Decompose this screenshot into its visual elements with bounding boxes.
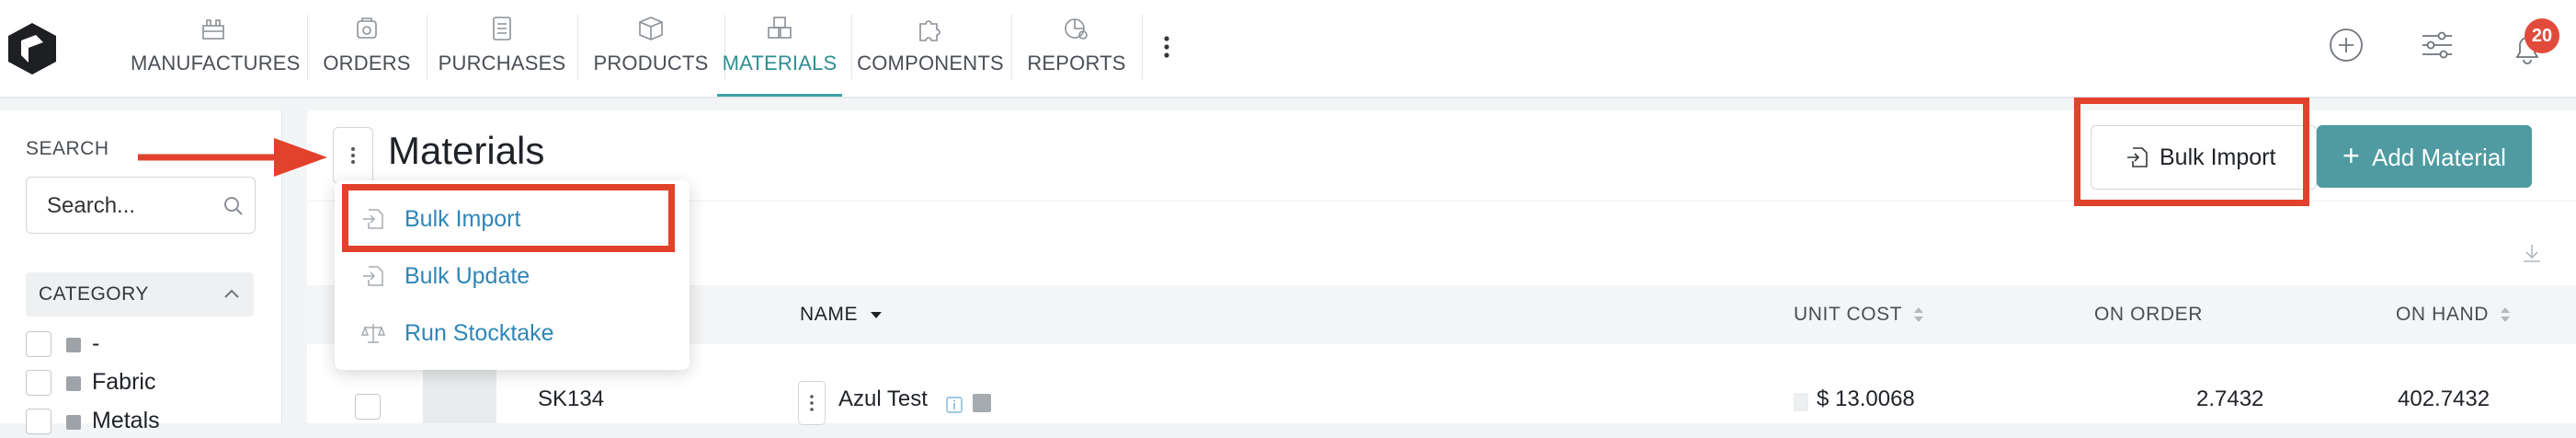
nav-materials[interactable]: MATERIALS: [713, 0, 846, 97]
nav-components[interactable]: COMPONENTS: [855, 0, 1006, 97]
column-label: UNIT COST: [1794, 304, 1902, 325]
search-icon[interactable]: [222, 194, 245, 218]
nav-label: PURCHASES: [438, 52, 566, 75]
box-icon: [639, 17, 663, 40]
column-header-on-order[interactable]: ON ORDER: [2094, 304, 2203, 326]
notification-badge: 20: [2525, 18, 2559, 53]
nav-label: COMPONENTS: [857, 52, 1004, 75]
add-circle-icon[interactable]: [2325, 24, 2367, 66]
annotation-highlight-menu: [342, 184, 675, 252]
category-checkbox[interactable]: [26, 409, 51, 434]
materials-icon: [768, 17, 792, 39]
scale-icon: [360, 324, 386, 343]
nav-label: PRODUCTS: [593, 52, 709, 75]
menu-item-bulk-update[interactable]: Bulk Update: [335, 250, 690, 302]
vertical-dots-icon[interactable]: [1156, 31, 1178, 63]
nav-divider: [1142, 15, 1143, 79]
search-label: SEARCH: [26, 138, 109, 159]
category-checkbox[interactable]: [26, 370, 51, 396]
menu-item-run-stocktake[interactable]: Run Stocktake: [335, 307, 690, 359]
row-unit-cost: $ 13.0068: [1817, 386, 1915, 411]
vertical-dots-icon: [810, 395, 814, 411]
cart-icon: [357, 17, 377, 39]
nav-manufactures[interactable]: MANUFACTURES: [131, 0, 301, 97]
row-name[interactable]: Azul Test: [838, 386, 928, 412]
plus-icon: +: [2342, 139, 2360, 172]
category-swatch: [973, 394, 991, 412]
app-logo-icon[interactable]: [4, 20, 61, 77]
category-header[interactable]: CATEGORY: [26, 272, 254, 317]
search-input[interactable]: [45, 189, 214, 224]
nav-divider: [1011, 15, 1012, 79]
nav-label: MATERIALS: [722, 52, 838, 75]
nav-orders[interactable]: ORDERS: [316, 0, 417, 97]
annotation-highlight-button: [2074, 98, 2309, 206]
row-actions-button[interactable]: [798, 381, 826, 425]
nav-divider: [307, 15, 308, 79]
row-on-hand: 402.7432: [2398, 386, 2491, 411]
sort-icon: [1914, 307, 1924, 323]
category-name: Metals: [92, 408, 160, 433]
category-checkbox[interactable]: [26, 331, 51, 357]
category-name: Fabric: [92, 369, 156, 395]
column-header-on-hand[interactable]: ON HAND: [2396, 304, 2511, 326]
vertical-dots-icon: [351, 147, 355, 164]
nav-reports[interactable]: REPORTS: [1017, 0, 1136, 97]
filter-sliders-icon[interactable]: [2416, 24, 2458, 66]
row-on-order: 2.7432: [2196, 386, 2264, 411]
nav-label: ORDERS: [323, 52, 411, 75]
info-icon[interactable]: [945, 396, 963, 414]
nav-label: REPORTS: [1027, 52, 1126, 75]
add-material-label: Add Material: [2372, 144, 2506, 171]
annotation-arrow-icon: [138, 138, 327, 177]
menu-item-label: Run Stocktake: [405, 320, 554, 346]
column-label: ON HAND: [2396, 304, 2490, 325]
nav-divider: [851, 15, 852, 79]
category-swatch: [66, 338, 81, 352]
column-header-name[interactable]: NAME: [800, 304, 883, 326]
nav-purchases[interactable]: PURCHASES: [436, 0, 568, 97]
page-actions-menu-button[interactable]: [333, 127, 373, 184]
row-sku[interactable]: SK134: [538, 386, 604, 412]
clipboard-icon: [493, 17, 511, 40]
nav-products[interactable]: PRODUCTS: [587, 0, 715, 97]
menu-item-label: Bulk Update: [405, 263, 530, 289]
sort-desc-icon: [870, 312, 882, 319]
nav-label: MANUFACTURES: [131, 52, 301, 75]
chart-icon: [1065, 18, 1088, 40]
puzzle-icon: [919, 20, 940, 41]
sort-icon: [2501, 307, 2511, 323]
column-label: NAME: [800, 304, 859, 325]
document-icon: [1794, 393, 1808, 411]
chevron-up-icon[interactable]: [221, 283, 243, 305]
file-update-icon: [363, 266, 383, 286]
nav-divider: [577, 15, 578, 79]
category-swatch: [66, 376, 81, 391]
category-name: -: [92, 330, 100, 356]
page-title: Materials: [388, 129, 545, 172]
category-swatch: [66, 415, 81, 430]
download-icon[interactable]: [2519, 241, 2545, 267]
category-label: CATEGORY: [39, 283, 149, 305]
search-box: [26, 177, 256, 234]
top-nav-bar: MANUFACTURES ORDERS PURCHASES PRODUCTS M…: [0, 0, 2576, 98]
column-header-unit-cost[interactable]: UNIT COST: [1794, 304, 1924, 326]
factory-icon: [202, 19, 224, 40]
add-material-button[interactable]: + Add Material: [2317, 125, 2532, 188]
